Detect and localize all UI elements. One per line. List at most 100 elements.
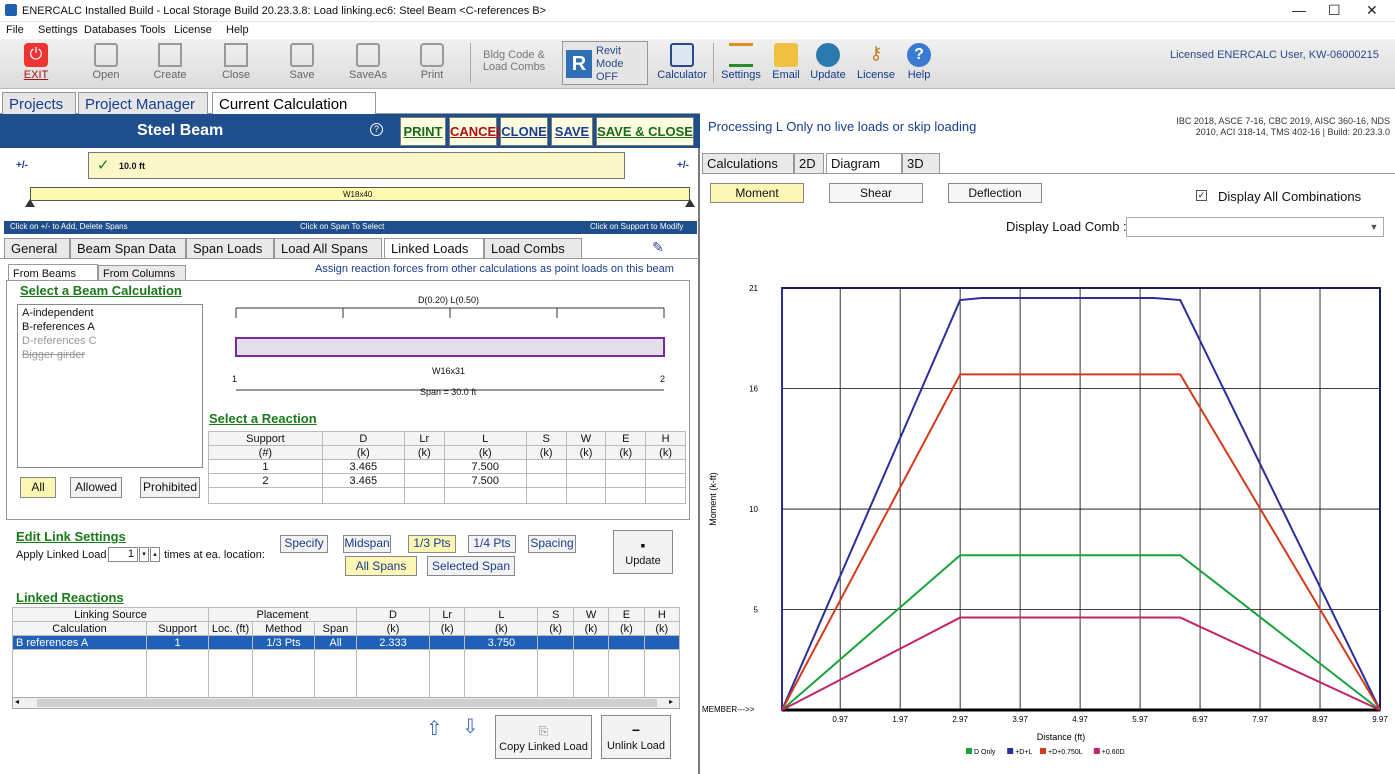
exit-button[interactable]: ⏻ EXIT <box>18 41 54 85</box>
list-item[interactable]: B-references A <box>18 321 202 333</box>
third-points-button[interactable]: 1/3 Pts <box>408 535 456 553</box>
beam-span-bar[interactable]: W18x40 <box>30 187 690 201</box>
move-up-icon[interactable]: ⇧ <box>426 716 443 741</box>
close-window-button[interactable]: ✕ <box>1366 2 1378 19</box>
calculator-button[interactable]: Calculator <box>656 41 708 85</box>
menu-settings[interactable]: Settings <box>38 24 78 36</box>
select-reaction-title: Select a Reaction <box>209 411 317 426</box>
filter-allowed-button[interactable]: Allowed <box>70 477 122 498</box>
all-spans-button[interactable]: All Spans <box>345 556 417 576</box>
load-comb-select[interactable]: ▼ <box>1126 217 1384 237</box>
support-left-icon[interactable] <box>25 199 35 207</box>
menu-license[interactable]: License <box>174 24 212 36</box>
tab-calculations[interactable]: Calculations <box>702 153 794 173</box>
list-item[interactable]: A-independent <box>18 305 202 321</box>
quarter-points-button[interactable]: 1/4 Pts <box>468 535 516 553</box>
horizontal-scrollbar[interactable]: ◂ ▸ <box>12 697 680 709</box>
legend-entry: +0.60D <box>1102 749 1125 756</box>
table-row[interactable]: B references A 1 1/3 Pts All 2.333 3.750 <box>12 635 681 650</box>
support-1-label[interactable]: 1 <box>232 374 237 384</box>
save-close-button[interactable]: SAVE & CLOSE <box>596 117 694 146</box>
move-down-icon[interactable]: ⇩ <box>462 714 479 739</box>
support-2-label[interactable]: 2 <box>660 374 665 384</box>
save-button[interactable]: Save <box>286 41 318 85</box>
times-input[interactable]: 1 <box>108 547 138 562</box>
display-all-checkbox[interactable]: ✓ <box>1196 190 1207 201</box>
chevron-down-icon[interactable]: ▼ <box>1367 220 1381 234</box>
scroll-right-icon[interactable]: ▸ <box>669 697 673 706</box>
saveas-button[interactable]: SaveAs <box>348 41 388 85</box>
print-calc-button[interactable]: PRINT <box>400 117 446 146</box>
support-right-icon[interactable] <box>685 199 695 207</box>
x-tick-label: 6.97 <box>1192 715 1208 724</box>
disk-icon: ▪ <box>640 537 646 553</box>
update-link-button[interactable]: ▪ Update <box>613 530 673 574</box>
filter-prohibited-button[interactable]: Prohibited <box>140 477 200 498</box>
tab-load-all-spans[interactable]: Load All Spans <box>274 238 382 258</box>
menu-databases[interactable]: Databases <box>84 24 137 36</box>
spacing-button[interactable]: Spacing <box>528 535 576 553</box>
tab-current-calculation[interactable]: Current Calculation <box>212 92 376 115</box>
maximize-button[interactable]: ☐ <box>1328 2 1341 19</box>
linked-reactions-title: Linked Reactions <box>16 590 124 605</box>
update-button[interactable]: Update <box>808 41 848 85</box>
license-button[interactable]: ⚷ License <box>856 41 896 85</box>
deflection-button[interactable]: Deflection <box>948 183 1042 203</box>
times-down[interactable]: ▾ <box>139 547 149 562</box>
midspan-button[interactable]: Midspan <box>343 535 391 553</box>
print-button[interactable]: Print <box>416 41 448 85</box>
menu-file[interactable]: File <box>6 24 24 36</box>
menu-tools[interactable]: Tools <box>140 24 166 36</box>
menu-help[interactable]: Help <box>226 24 249 36</box>
list-item[interactable]: Bigger girder <box>18 349 202 361</box>
shear-button[interactable]: Shear <box>829 183 923 203</box>
unit: (k) <box>321 445 405 460</box>
scroll-left-icon[interactable]: ◂ <box>15 697 19 706</box>
settings-button[interactable]: Settings <box>720 41 762 85</box>
tab-linked-loads[interactable]: Linked Loads <box>384 238 484 259</box>
copy-linked-load-button[interactable]: ⎘ Copy Linked Load <box>495 715 592 759</box>
hint-bar: Click on +/- to Add, Delete Spans Click … <box>4 221 697 234</box>
edit-pencil-icon[interactable]: ✎ <box>652 239 664 256</box>
email-button[interactable]: Email <box>770 41 802 85</box>
toolbar-divider <box>470 43 471 83</box>
specify-button[interactable]: Specify <box>280 535 328 553</box>
cancel-button[interactable]: CANCEL <box>449 117 504 146</box>
selected-span-button[interactable]: Selected Span <box>427 556 515 576</box>
filter-all-button[interactable]: All <box>20 477 56 498</box>
help-icon-small[interactable]: ? <box>370 123 383 136</box>
tab-beam-span-data[interactable]: Beam Span Data <box>70 238 186 258</box>
span-length-box[interactable]: ✓ 10.0 ft <box>88 152 625 179</box>
tab-2d[interactable]: 2D <box>794 153 824 173</box>
times-label: times at ea. location: <box>164 549 265 561</box>
tab-projects[interactable]: Projects <box>2 92 76 114</box>
tab-general[interactable]: General <box>4 238 70 258</box>
scroll-thumb[interactable] <box>37 699 657 707</box>
tab-load-combs[interactable]: Load Combs <box>484 238 582 258</box>
help-button[interactable]: ? Help <box>904 41 934 85</box>
moment-button[interactable]: Moment <box>710 183 804 203</box>
create-button[interactable]: Create <box>150 41 190 85</box>
bldg-code-button[interactable]: Bldg Code & Load Combs <box>480 49 548 93</box>
menu-bar: File Settings Databases Tools License He… <box>0 22 1395 39</box>
revit-mode-button[interactable]: R Revit Mode OFF <box>562 41 648 85</box>
linked-reactions-table: Linking Source Placement D Lr L S W E H Calcul… <box>12 607 681 704</box>
col-w: W <box>565 431 607 446</box>
tab-project-manager[interactable]: Project Manager <box>78 92 208 114</box>
table-row[interactable]: 1 3.465 7.500 <box>208 459 686 474</box>
tab-3d[interactable]: 3D <box>902 153 940 173</box>
times-up[interactable]: ▴ <box>150 547 160 562</box>
tab-span-loads[interactable]: Span Loads <box>186 238 274 258</box>
add-span-left[interactable]: +/- <box>16 160 28 171</box>
open-button[interactable]: Open <box>86 41 126 85</box>
clone-button[interactable]: CLONE <box>500 117 548 146</box>
tab-diagram[interactable]: Diagram <box>826 153 902 174</box>
minimize-button[interactable]: — <box>1292 2 1306 18</box>
close-button[interactable]: Close <box>218 41 254 85</box>
list-item[interactable]: D-references C <box>18 333 202 349</box>
unlink-load-button[interactable]: − Unlink Load <box>601 715 671 759</box>
save-calc-button[interactable]: SAVE <box>551 117 593 146</box>
tab-from-columns[interactable]: From Columns <box>98 265 186 281</box>
add-span-right[interactable]: +/- <box>677 160 689 171</box>
table-row[interactable]: 2 3.465 7.500 <box>208 473 686 488</box>
